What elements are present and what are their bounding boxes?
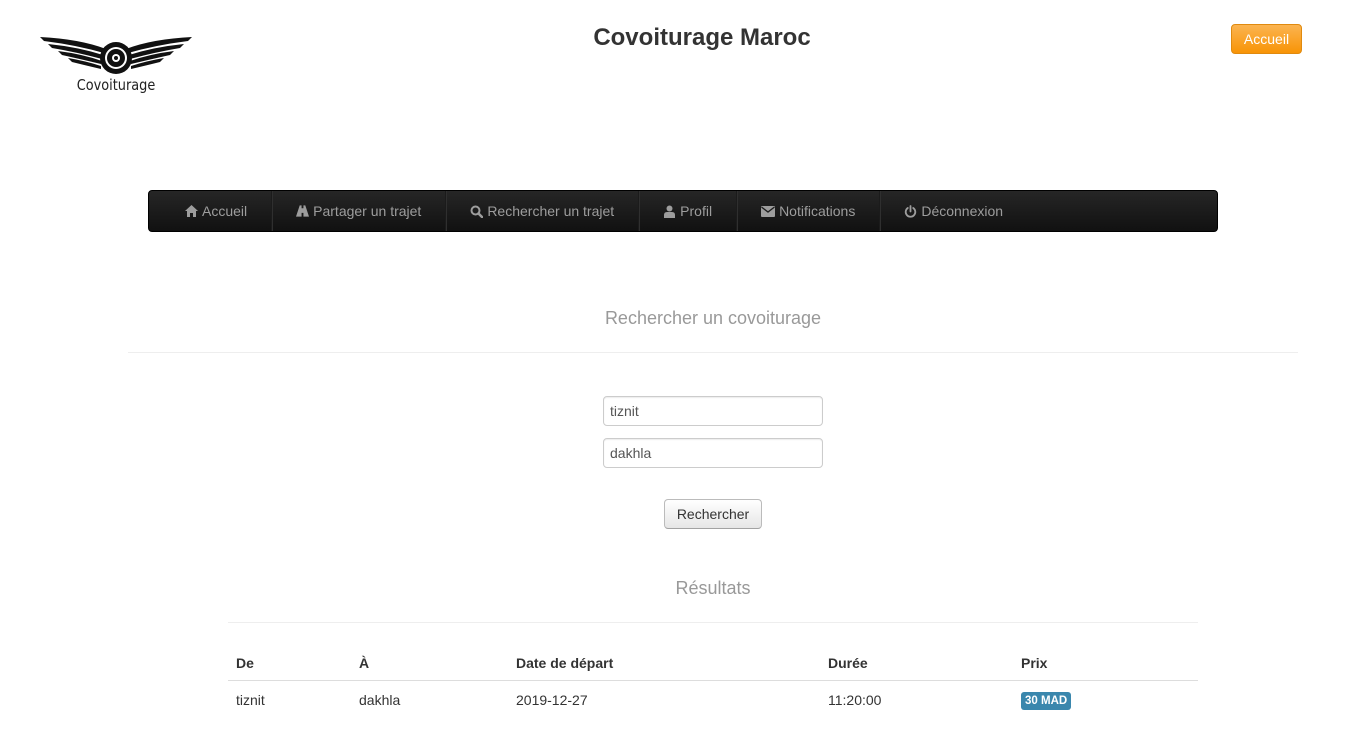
user-icon [663,205,676,218]
nav-item-partager[interactable]: Partager un trajet [272,191,447,231]
nav-item-accueil[interactable]: Accueil [149,191,273,231]
nav-label: Partager un trajet [313,203,422,219]
divider [228,622,1198,623]
table-row: tiznit dakhla 2019-12-27 11:20:00 30 MAD [228,681,1198,720]
departure-input[interactable] [603,396,823,426]
results-table: De À Date de départ Durée Prix tiznit da… [228,645,1198,719]
search-icon [470,205,484,218]
nav-label: Accueil [202,203,248,219]
price-badge: 30 MAD [1021,691,1072,710]
column-header-date: Date de départ [508,645,820,681]
cell-duration: 11:20:00 [828,692,882,708]
cell-date: 2019-12-27 [516,692,588,708]
search-section-title: Rechercher un covoiturage [604,308,822,328]
divider [128,352,1298,353]
nav-item-deconnexion[interactable]: Déconnexion [880,191,1027,231]
column-header-duration: Durée [820,645,1013,681]
cell-price: 30 MAD [1013,681,1198,720]
power-icon [904,204,917,218]
cell-from: tiznit [236,692,265,708]
nav-label: Déconnexion [921,203,1004,219]
nav-item-profil[interactable]: Profil [639,191,738,231]
site-title: Covoiturage Maroc [593,24,811,51]
search-button[interactable]: Rechercher [664,499,762,529]
destination-input[interactable] [603,438,823,468]
results-section-title: Résultats [675,578,751,598]
road-icon [296,205,310,218]
main-navbar: Accueil Partager un trajet Rechercher un… [148,190,1218,232]
column-header-from: De [228,645,351,681]
nav-label: Rechercher un trajet [487,203,615,219]
column-header-to: À [351,645,508,681]
nav-item-notifications[interactable]: Notifications [737,191,881,231]
home-button[interactable]: Accueil [1231,24,1302,54]
page: Covoiturage Covoiturage Maroc Accueil Ac… [0,0,1366,742]
table-header-row: De À Date de départ Durée Prix [228,645,1198,681]
logo-text: Covoiturage [76,76,156,94]
home-icon [185,205,198,218]
cell-to: dakhla [359,692,401,708]
nav-label: Notifications [779,203,856,219]
nav-label: Profil [680,203,713,219]
column-header-price: Prix [1013,645,1198,681]
nav-item-rechercher[interactable]: Rechercher un trajet [446,191,640,231]
envelope-icon [761,205,776,218]
